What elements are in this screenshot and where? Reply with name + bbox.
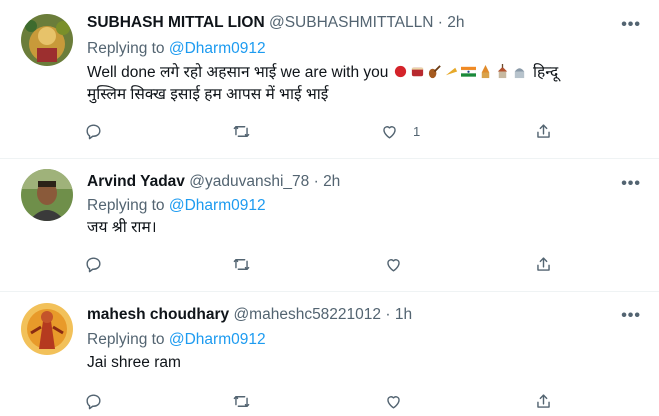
share-icon bbox=[537, 123, 550, 138]
tweet-text-line1: जय श्री राम। bbox=[87, 219, 157, 236]
emoji-sequence bbox=[393, 64, 533, 81]
action-bar: 1 bbox=[84, 120, 564, 142]
action-bar bbox=[84, 390, 564, 412]
like-icon bbox=[387, 395, 400, 409]
tweet-text-line1-tail: हिन्दू bbox=[533, 64, 559, 81]
india-flag-icon bbox=[460, 66, 476, 77]
retweet-button[interactable] bbox=[232, 253, 251, 275]
user-handle[interactable]: @yaduvanshi_78 bbox=[189, 173, 309, 190]
separator-dot: · bbox=[385, 306, 391, 323]
display-name[interactable]: Arvind Yadav bbox=[87, 173, 185, 190]
timestamp[interactable]: 2h bbox=[323, 173, 340, 190]
tweet-text-line1: Jai shree ram bbox=[87, 354, 181, 371]
avatar[interactable] bbox=[21, 303, 73, 355]
replying-to: Replying to @Dharm0912 bbox=[87, 330, 266, 350]
mention-link[interactable]: @Dharm0912 bbox=[169, 197, 266, 214]
tweet-2[interactable]: Arvind Yadav @yaduvanshi_78 · 2h ••• Rep… bbox=[0, 159, 659, 291]
avatar[interactable] bbox=[21, 14, 73, 66]
separator-dot: · bbox=[437, 14, 443, 31]
like-icon bbox=[383, 125, 396, 139]
reply-button[interactable] bbox=[84, 253, 103, 275]
tweet-text: जय श्री राम। bbox=[87, 217, 642, 239]
share-icon bbox=[537, 393, 550, 408]
display-name[interactable]: SUBHASH MITTAL LION bbox=[87, 14, 265, 31]
retweet-icon bbox=[233, 125, 250, 137]
more-icon[interactable]: ••• bbox=[621, 17, 641, 33]
tweet-text: Well done लगे रहो अहसान भाई we are with … bbox=[87, 62, 642, 106]
trumpet-icon bbox=[445, 67, 457, 76]
display-name[interactable]: mahesh choudhary bbox=[87, 306, 229, 323]
mosque-icon bbox=[514, 68, 524, 79]
avatar[interactable] bbox=[21, 169, 73, 221]
like-button[interactable] bbox=[384, 253, 403, 275]
share-button[interactable] bbox=[534, 390, 553, 412]
replying-label: Replying to bbox=[87, 331, 169, 348]
boxing-glove-icon bbox=[394, 65, 406, 78]
retweet-button[interactable] bbox=[232, 390, 251, 412]
tweet-1[interactable]: SUBHASH MITTAL LION @SUBHASHMITTALLN · 2… bbox=[0, 0, 659, 158]
replying-label: Replying to bbox=[87, 40, 169, 57]
timestamp[interactable]: 1h bbox=[395, 306, 412, 323]
hindu-temple-icon bbox=[481, 64, 489, 79]
action-bar bbox=[84, 253, 564, 275]
user-handle[interactable]: @maheshc58221012 bbox=[233, 306, 381, 323]
reply-icon bbox=[86, 123, 101, 139]
retweet-icon bbox=[233, 258, 250, 270]
reply-button[interactable] bbox=[84, 390, 103, 412]
more-icon[interactable]: ••• bbox=[621, 308, 641, 324]
church-icon bbox=[497, 64, 507, 79]
share-button[interactable] bbox=[534, 253, 553, 275]
share-icon bbox=[537, 256, 550, 271]
like-button[interactable] bbox=[384, 390, 403, 412]
replying-label: Replying to bbox=[87, 197, 169, 214]
like-icon bbox=[387, 258, 400, 272]
retweet-button[interactable] bbox=[232, 120, 251, 142]
reply-icon bbox=[86, 393, 101, 409]
tweet-text-line1: Well done लगे रहो अहसान भाई we are with … bbox=[87, 64, 389, 81]
like-button[interactable]: 1 bbox=[380, 120, 420, 142]
timestamp[interactable]: 2h bbox=[447, 14, 464, 31]
drum-icon bbox=[411, 67, 423, 77]
separator-dot: · bbox=[313, 173, 319, 190]
tweet-text: Jai shree ram bbox=[87, 352, 642, 374]
mention-link[interactable]: @Dharm0912 bbox=[169, 331, 266, 348]
replying-to: Replying to @Dharm0912 bbox=[87, 39, 266, 59]
reply-icon bbox=[86, 256, 101, 272]
tweet-3[interactable]: mahesh choudhary @maheshc58221012 · 1h •… bbox=[0, 292, 659, 416]
replying-to: Replying to @Dharm0912 bbox=[87, 196, 266, 216]
share-button[interactable] bbox=[534, 120, 553, 142]
mention-link[interactable]: @Dharm0912 bbox=[169, 40, 266, 57]
user-handle[interactable]: @SUBHASHMITTALLN bbox=[269, 14, 433, 31]
like-count: 1 bbox=[413, 123, 421, 139]
violin-icon bbox=[428, 65, 441, 79]
retweet-icon bbox=[233, 395, 250, 407]
more-icon[interactable]: ••• bbox=[621, 176, 641, 192]
tweet-text-line2: मुस्लिम सिक्ख इसाई हम आपस में भाई भाई bbox=[87, 86, 329, 103]
reply-button[interactable] bbox=[84, 120, 103, 142]
